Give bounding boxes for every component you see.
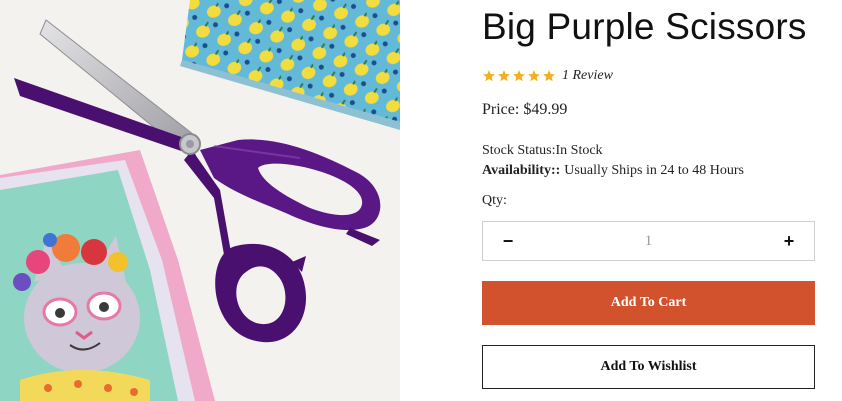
star-icon <box>528 70 540 82</box>
plus-icon: + <box>783 230 795 251</box>
quantity-decrement-button[interactable]: − <box>483 222 533 260</box>
price-value: $49.99 <box>523 101 568 118</box>
availability-value: Usually Ships in 24 to 48 Hours <box>564 163 744 178</box>
quantity-input[interactable] <box>533 222 764 260</box>
product-photo <box>0 0 400 401</box>
minus-icon: − <box>502 230 514 251</box>
availability: Availability:: Usually Ships in 24 to 48 … <box>482 163 744 179</box>
quantity-label: Qty: <box>482 193 507 208</box>
availability-label: Availability:: <box>482 163 561 178</box>
star-icon <box>543 70 555 82</box>
add-to-wishlist-button[interactable]: Add To Wishlist <box>482 345 815 389</box>
star-icon <box>498 70 510 82</box>
product-price: Price: $49.99 <box>482 101 567 119</box>
product-title: Big Purple Scissors <box>482 6 807 47</box>
product-rating: 1 Review <box>482 68 613 84</box>
star-icon <box>513 70 525 82</box>
rating-stars <box>482 69 556 83</box>
add-to-cart-button[interactable]: Add To Cart <box>482 281 815 325</box>
price-label: Price: <box>482 101 520 118</box>
quantity-stepper: − + <box>482 221 815 261</box>
review-count-link[interactable]: 1 Review <box>562 68 613 84</box>
stock-status: Stock Status:In Stock <box>482 143 603 158</box>
quantity-increment-button[interactable]: + <box>764 222 814 260</box>
product-image <box>0 0 400 401</box>
star-icon <box>483 70 495 82</box>
